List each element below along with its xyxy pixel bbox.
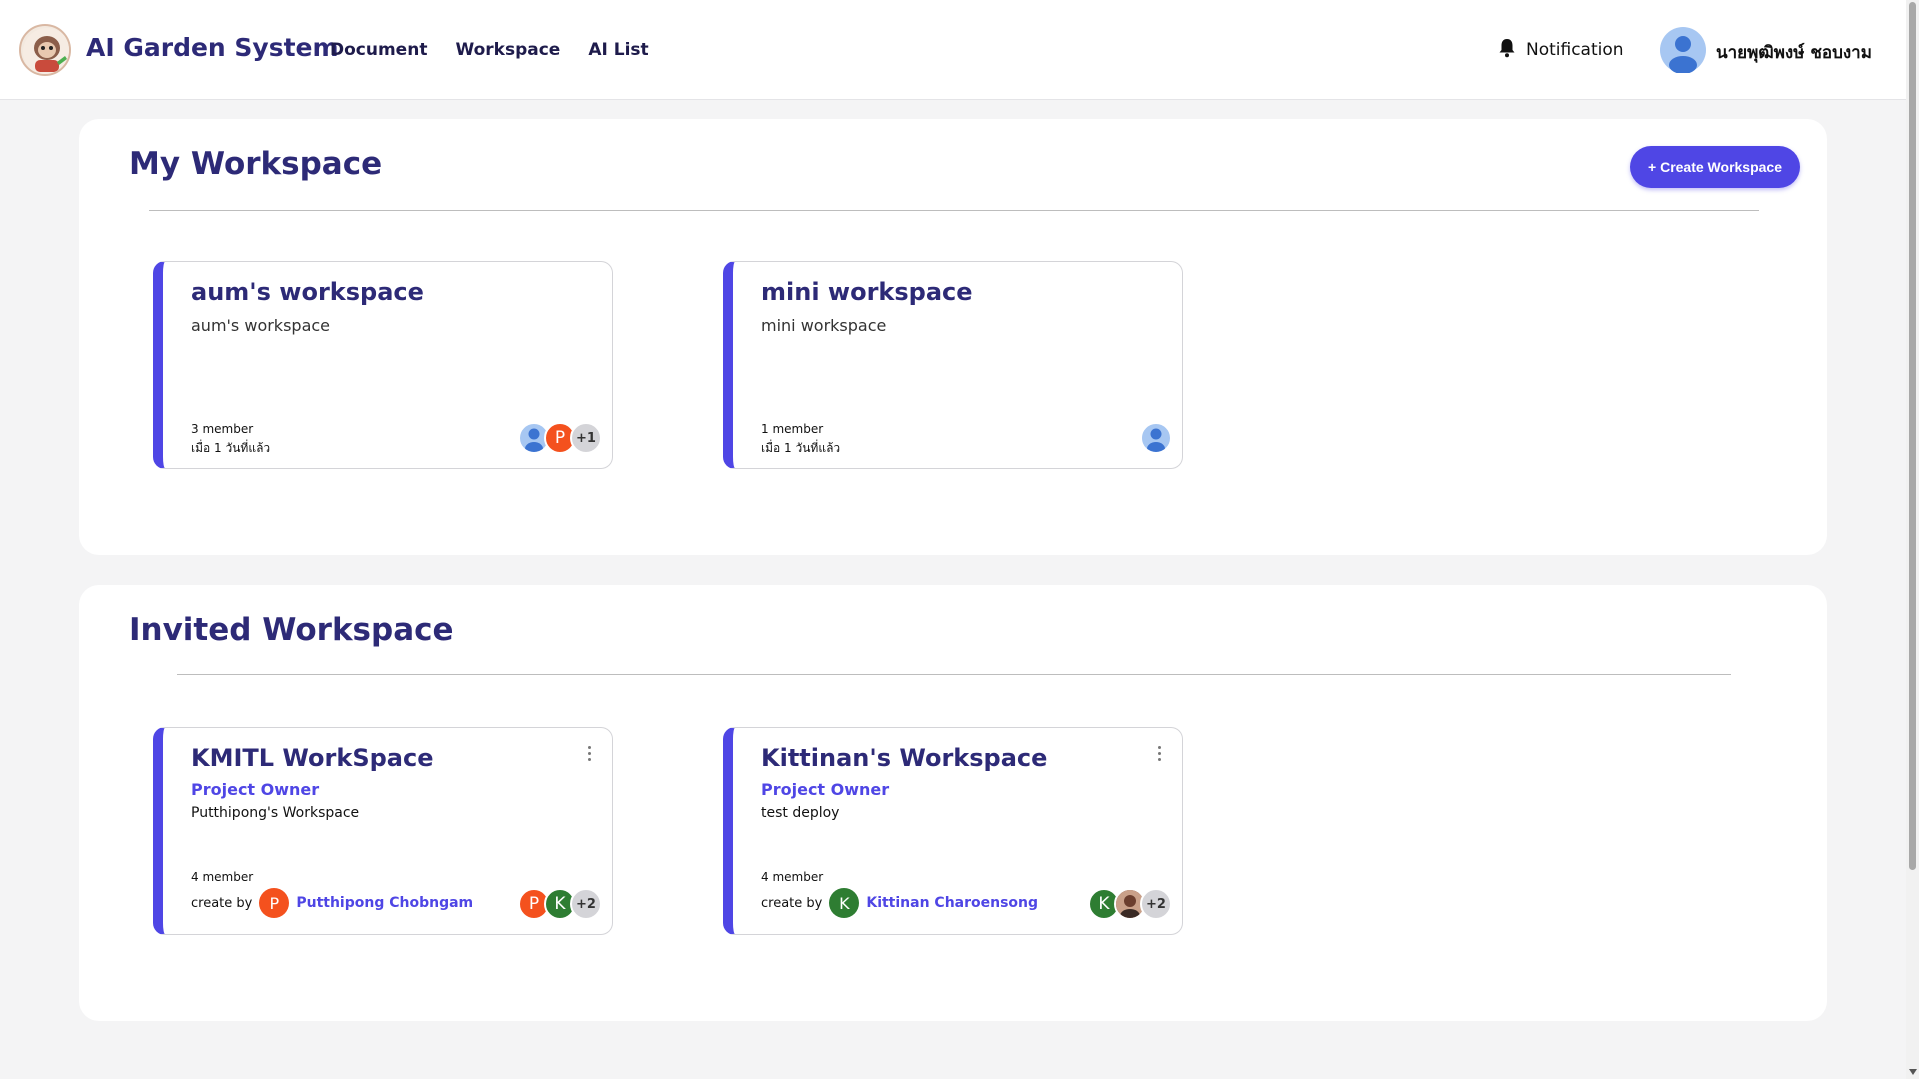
workspace-card-kittinan[interactable]: Kittinan's Workspace Project Owner test … xyxy=(723,727,1183,935)
member-count: 3 member xyxy=(191,422,254,436)
member-count: 4 member xyxy=(761,870,824,884)
member-avatar xyxy=(1140,422,1172,454)
main-nav: Document Workspace AI List xyxy=(330,40,649,60)
scrollbar-thumb[interactable] xyxy=(1909,2,1916,870)
nav-document[interactable]: Document xyxy=(330,40,427,60)
nav-workspace[interactable]: Workspace xyxy=(455,40,560,60)
user-name: นายพุฒิพงษ์ ชอบงาม xyxy=(1716,42,1872,63)
more-options-icon[interactable] xyxy=(582,746,596,764)
creator-info: create by P Putthipong Chobngam xyxy=(191,888,473,918)
bell-icon xyxy=(1498,38,1516,62)
creator-avatar: P xyxy=(259,888,290,918)
divider xyxy=(149,210,1759,211)
member-avatars: K +2 xyxy=(1088,888,1172,920)
card-title: mini workspace xyxy=(761,278,973,306)
member-count: 1 member xyxy=(761,422,824,436)
member-avatars xyxy=(1140,422,1172,454)
last-updated: เมื่อ 1 วันที่แล้ว xyxy=(761,441,841,455)
workspace-card-aum[interactable]: aum's workspace aum's workspace 3 member… xyxy=(153,261,613,469)
my-workspace-panel: My Workspace + Create Workspace aum's wo… xyxy=(79,119,1827,555)
create-by-label: create by xyxy=(191,895,253,911)
user-avatar-icon xyxy=(1660,27,1706,77)
creator-name-link[interactable]: Kittinan Charoensong xyxy=(866,895,1038,911)
creator-info: create by K Kittinan Charoensong xyxy=(761,888,1038,918)
create-workspace-button[interactable]: + Create Workspace xyxy=(1630,146,1800,188)
card-title: aum's workspace xyxy=(191,278,424,306)
more-members-badge: +1 xyxy=(570,422,602,454)
nav-ai-list[interactable]: AI List xyxy=(588,40,648,60)
divider xyxy=(177,674,1731,675)
more-options-icon[interactable] xyxy=(1152,746,1166,764)
page-scrollbar[interactable] xyxy=(1906,0,1919,1079)
workspace-card-kmitl[interactable]: KMITL WorkSpace Project Owner Putthipong… xyxy=(153,727,613,935)
card-description: Putthipong's Workspace xyxy=(191,805,360,821)
invited-workspace-panel: Invited Workspace KMITL WorkSpace Projec… xyxy=(79,585,1827,1021)
card-description: mini workspace xyxy=(761,316,887,335)
role-label: Project Owner xyxy=(191,780,320,799)
my-workspace-title: My Workspace xyxy=(129,146,383,182)
member-avatars: P K +2 xyxy=(518,888,602,920)
member-avatars: P +1 xyxy=(518,422,602,454)
user-menu[interactable]: นายพุฒิพงษ์ ชอบงาม xyxy=(1660,27,1872,77)
card-title: KMITL WorkSpace xyxy=(191,744,434,772)
card-description: aum's workspace xyxy=(191,316,331,335)
card-title: Kittinan's Workspace xyxy=(761,744,1048,772)
create-by-label: create by xyxy=(761,895,823,911)
last-updated: เมื่อ 1 วันที่แล้ว xyxy=(191,441,271,455)
member-count: 4 member xyxy=(191,870,254,884)
notification-label: Notification xyxy=(1526,40,1624,60)
creator-avatar: K xyxy=(829,888,860,918)
top-navbar: AI Garden System Document Workspace AI L… xyxy=(0,0,1906,100)
more-members-badge: +2 xyxy=(570,888,602,920)
workspace-card-mini[interactable]: mini workspace mini workspace 1 member เ… xyxy=(723,261,1183,469)
app-logo[interactable] xyxy=(19,24,71,76)
creator-name-link[interactable]: Putthipong Chobngam xyxy=(296,895,473,911)
card-description: test deploy xyxy=(761,805,840,821)
role-label: Project Owner xyxy=(761,780,890,799)
scroll-down-arrow-icon[interactable] xyxy=(1909,1069,1917,1075)
more-members-badge: +2 xyxy=(1140,888,1172,920)
invited-workspace-title: Invited Workspace xyxy=(129,612,454,648)
notification-button[interactable]: Notification xyxy=(1498,38,1624,62)
app-title[interactable]: AI Garden System xyxy=(86,33,339,62)
